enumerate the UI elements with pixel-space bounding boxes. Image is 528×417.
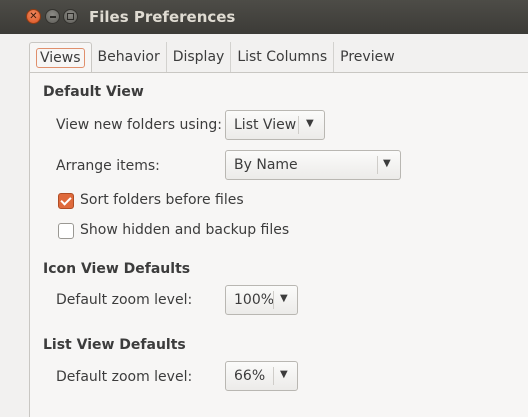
- title-bar: ✕ Files Preferences: [0, 0, 528, 34]
- chevron-down-icon: ▼: [306, 118, 314, 129]
- tab-preview[interactable]: Preview: [334, 42, 401, 72]
- tab-views-label: Views: [36, 48, 85, 68]
- icon-zoom-label: Default zoom level:: [56, 292, 193, 308]
- chevron-down-icon: ▼: [280, 293, 288, 304]
- tab-views[interactable]: Views: [29, 42, 92, 74]
- combo-separator: [298, 116, 299, 134]
- minimize-icon[interactable]: [45, 9, 60, 24]
- arrange-items-label: Arrange items:: [56, 158, 160, 174]
- view-new-folders-label: View new folders using:: [56, 117, 222, 133]
- icon-zoom-combo[interactable]: 100% ▼: [225, 285, 298, 315]
- list-zoom-value: 66%: [234, 368, 266, 384]
- sort-folders-label[interactable]: Sort folders before files: [80, 192, 244, 208]
- combo-separator: [273, 291, 274, 309]
- list-zoom-combo[interactable]: 66% ▼: [225, 361, 298, 391]
- maximize-icon[interactable]: [63, 9, 78, 24]
- chevron-down-icon: ▼: [383, 158, 391, 169]
- view-new-folders-value: List View: [234, 117, 297, 133]
- combo-separator: [377, 156, 378, 174]
- icon-view-heading: Icon View Defaults: [43, 261, 191, 277]
- tab-behavior[interactable]: Behavior: [92, 42, 167, 72]
- arrange-items-value: By Name: [234, 157, 298, 173]
- icon-zoom-value: 100%: [234, 292, 275, 308]
- chevron-down-icon: ▼: [280, 369, 288, 380]
- list-zoom-label: Default zoom level:: [56, 369, 193, 385]
- show-hidden-label[interactable]: Show hidden and backup files: [80, 222, 289, 238]
- show-hidden-checkbox[interactable]: [58, 223, 74, 239]
- tab-display[interactable]: Display: [167, 42, 232, 72]
- tab-list-columns[interactable]: List Columns: [231, 42, 335, 72]
- close-icon[interactable]: ✕: [26, 9, 41, 24]
- combo-separator: [273, 367, 274, 385]
- default-view-heading: Default View: [43, 84, 144, 100]
- view-new-folders-combo[interactable]: List View ▼: [225, 110, 325, 140]
- tab-bar: Views Behavior Display List Columns Prev…: [29, 42, 401, 74]
- sort-folders-checkbox[interactable]: [58, 193, 74, 209]
- window-title: Files Preferences: [89, 8, 236, 26]
- arrange-items-combo[interactable]: By Name ▼: [225, 150, 401, 180]
- list-view-heading: List View Defaults: [43, 337, 186, 353]
